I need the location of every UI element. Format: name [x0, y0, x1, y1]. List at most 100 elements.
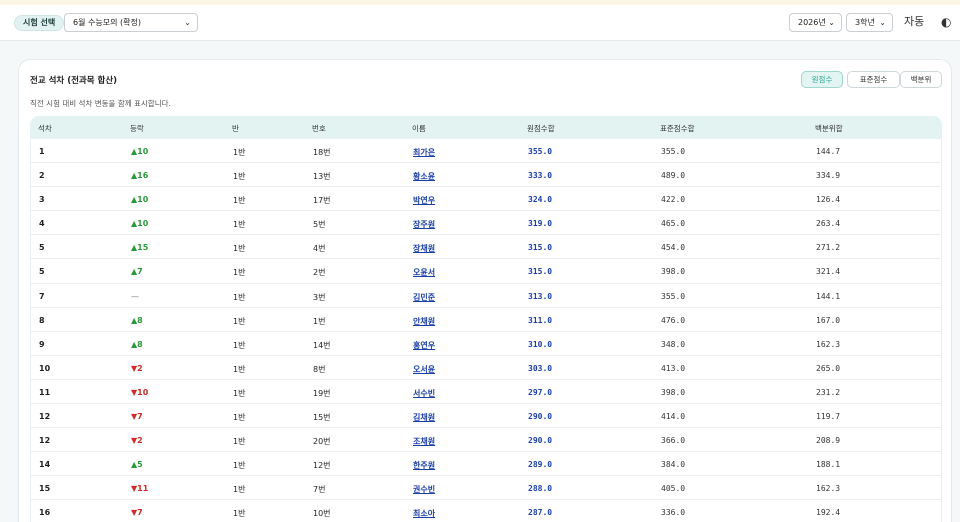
column-header-std-sum: 표준점수합: [660, 124, 695, 133]
column-header-pct-sum: 백분위합: [815, 124, 843, 133]
rank-cell: 1: [39, 147, 45, 156]
raw-score-cell: 313.0: [528, 291, 553, 301]
percentile-cell: 231.2: [816, 387, 841, 397]
exam-select[interactable]: 6월 수능모의 (확정) ⌄: [64, 13, 198, 32]
percentile-cell: 208.9: [816, 436, 841, 446]
table-row: 15 1반 7번 권수빈 288.0 405.0 162.3 ▼11: [30, 476, 942, 501]
tab-standard-score[interactable]: 표준점수: [847, 71, 900, 88]
grade-select-value: 3학년: [855, 18, 875, 27]
number-cell: 18번: [313, 148, 331, 157]
column-header-rank: 석차: [38, 124, 52, 133]
table-row: 3 1반 17번 박연우 324.0 422.0 126.4 ▲10: [30, 187, 942, 212]
std-score-cell: 489.0: [661, 171, 686, 181]
class-cell: 1반: [233, 148, 246, 157]
number-cell: 14번: [313, 340, 331, 350]
table-row: 10 1반 8번 오서윤 303.0 413.0 265.0 ▼2: [30, 355, 942, 380]
raw-score-cell: 315.0: [528, 243, 553, 253]
number-cell: 10번: [313, 509, 331, 519]
table-row: 14 1반 12번 한주원 289.0 384.0 188.1 ▲5: [30, 452, 942, 477]
rank-change-value: 10: [137, 147, 149, 156]
year-select[interactable]: 2026년 ⌄: [789, 13, 842, 32]
student-name-link[interactable]: 오윤서: [413, 267, 435, 278]
rank-change-value: 7: [137, 508, 143, 518]
class-cell: 1반: [233, 220, 246, 230]
class-cell: 1반: [233, 316, 246, 326]
number-cell: 4번: [313, 244, 326, 254]
std-score-cell: 384.0: [661, 460, 686, 470]
student-name-link[interactable]: 한주원: [413, 460, 435, 471]
student-name-link[interactable]: 권수빈: [413, 484, 435, 495]
std-score-cell: 465.0: [661, 219, 686, 229]
student-name-link[interactable]: 장채원: [413, 243, 435, 254]
student-name-link[interactable]: 서수빈: [413, 388, 435, 399]
student-name-link[interactable]: 김채원: [413, 412, 435, 423]
rank-change-cell: ▲7: [131, 267, 143, 276]
percentile-cell: 162.3: [816, 339, 841, 349]
rank-cell: 16: [39, 508, 51, 518]
table-row: 4 1반 5번 장주원 319.0 465.0 263.4 ▲10: [30, 211, 942, 236]
percentile-cell: 321.4: [816, 267, 841, 277]
std-score-cell: 413.0: [661, 363, 686, 373]
table-row: 9 1반 14번 홍연우 310.0 348.0 162.3 ▲8: [30, 331, 942, 356]
raw-score-cell: 290.0: [528, 436, 553, 446]
rank-cell: 7: [39, 291, 45, 301]
student-name-link[interactable]: 오서윤: [413, 364, 435, 375]
tab-percentile[interactable]: 백분위: [900, 71, 942, 88]
number-cell: 17번: [313, 196, 331, 206]
raw-score-cell: 310.0: [528, 339, 553, 349]
class-cell: 1반: [233, 461, 246, 471]
contrast-icon[interactable]: ◐: [941, 15, 951, 29]
rank-change-value: 11: [137, 484, 149, 494]
rank-change-cell: —: [131, 292, 139, 301]
student-name-link[interactable]: 최소아: [413, 508, 435, 519]
std-score-cell: 476.0: [661, 315, 686, 325]
rank-change-value: 10: [137, 219, 149, 229]
rank-change-value: 5: [137, 460, 143, 470]
std-score-cell: 336.0: [661, 508, 686, 518]
number-cell: 3번: [313, 292, 326, 302]
table-row: 1 1반 18번 최가은 355.0 355.0 144.7 ▲10: [30, 139, 942, 164]
rank-cell: 5: [39, 243, 45, 253]
student-name-link[interactable]: 최가은: [413, 147, 435, 158]
rank-change-cell: ▲8: [131, 316, 143, 325]
number-cell: 12번: [313, 461, 331, 471]
class-cell: 1반: [233, 244, 246, 254]
percentile-cell: 144.7: [816, 147, 841, 156]
grade-select[interactable]: 3학년 ⌄: [846, 13, 893, 32]
rank-change-value: 7: [137, 412, 143, 422]
student-name-link[interactable]: 조채원: [413, 436, 435, 447]
student-name-link[interactable]: 박연우: [413, 195, 435, 206]
std-score-cell: 348.0: [661, 339, 686, 349]
class-cell: 1반: [233, 388, 246, 398]
class-cell: 1반: [233, 437, 246, 447]
student-name-link[interactable]: 김민준: [413, 292, 435, 303]
number-cell: 20번: [313, 437, 331, 447]
percentile-cell: 265.0: [816, 363, 841, 373]
student-name-link[interactable]: 황소윤: [413, 171, 435, 182]
rank-change-cell: ▲15: [131, 243, 148, 252]
student-name-link[interactable]: 안채원: [413, 316, 435, 327]
theme-toggle-label[interactable]: 자동: [904, 14, 924, 30]
tab-raw-score[interactable]: 원점수: [801, 71, 843, 88]
std-score-cell: 414.0: [661, 412, 686, 422]
std-score-cell: 454.0: [661, 243, 686, 253]
table-row: 5 1반 4번 장채원 315.0 454.0 271.2 ▲15: [30, 235, 942, 260]
number-cell: 2번: [313, 268, 326, 278]
student-name-link[interactable]: 홍연우: [413, 340, 435, 351]
std-score-cell: 398.0: [661, 267, 686, 277]
class-cell: 1반: [233, 268, 246, 278]
number-cell: 1번: [313, 316, 326, 326]
percentile-cell: 119.7: [816, 412, 841, 422]
std-score-cell: 422.0: [661, 195, 686, 205]
column-header-number: 번호: [312, 124, 326, 133]
column-header-name: 이름: [412, 124, 426, 133]
number-cell: 7번: [313, 485, 326, 495]
raw-score-cell: 297.0: [528, 387, 553, 397]
class-cell: 1반: [233, 485, 246, 495]
std-score-cell: 398.0: [661, 387, 686, 397]
rank-change-cell: ▲16: [131, 171, 148, 180]
class-cell: 1반: [233, 196, 246, 206]
percentile-cell: 167.0: [816, 315, 841, 325]
rank-cell: 15: [39, 484, 51, 494]
student-name-link[interactable]: 장주원: [413, 219, 435, 230]
